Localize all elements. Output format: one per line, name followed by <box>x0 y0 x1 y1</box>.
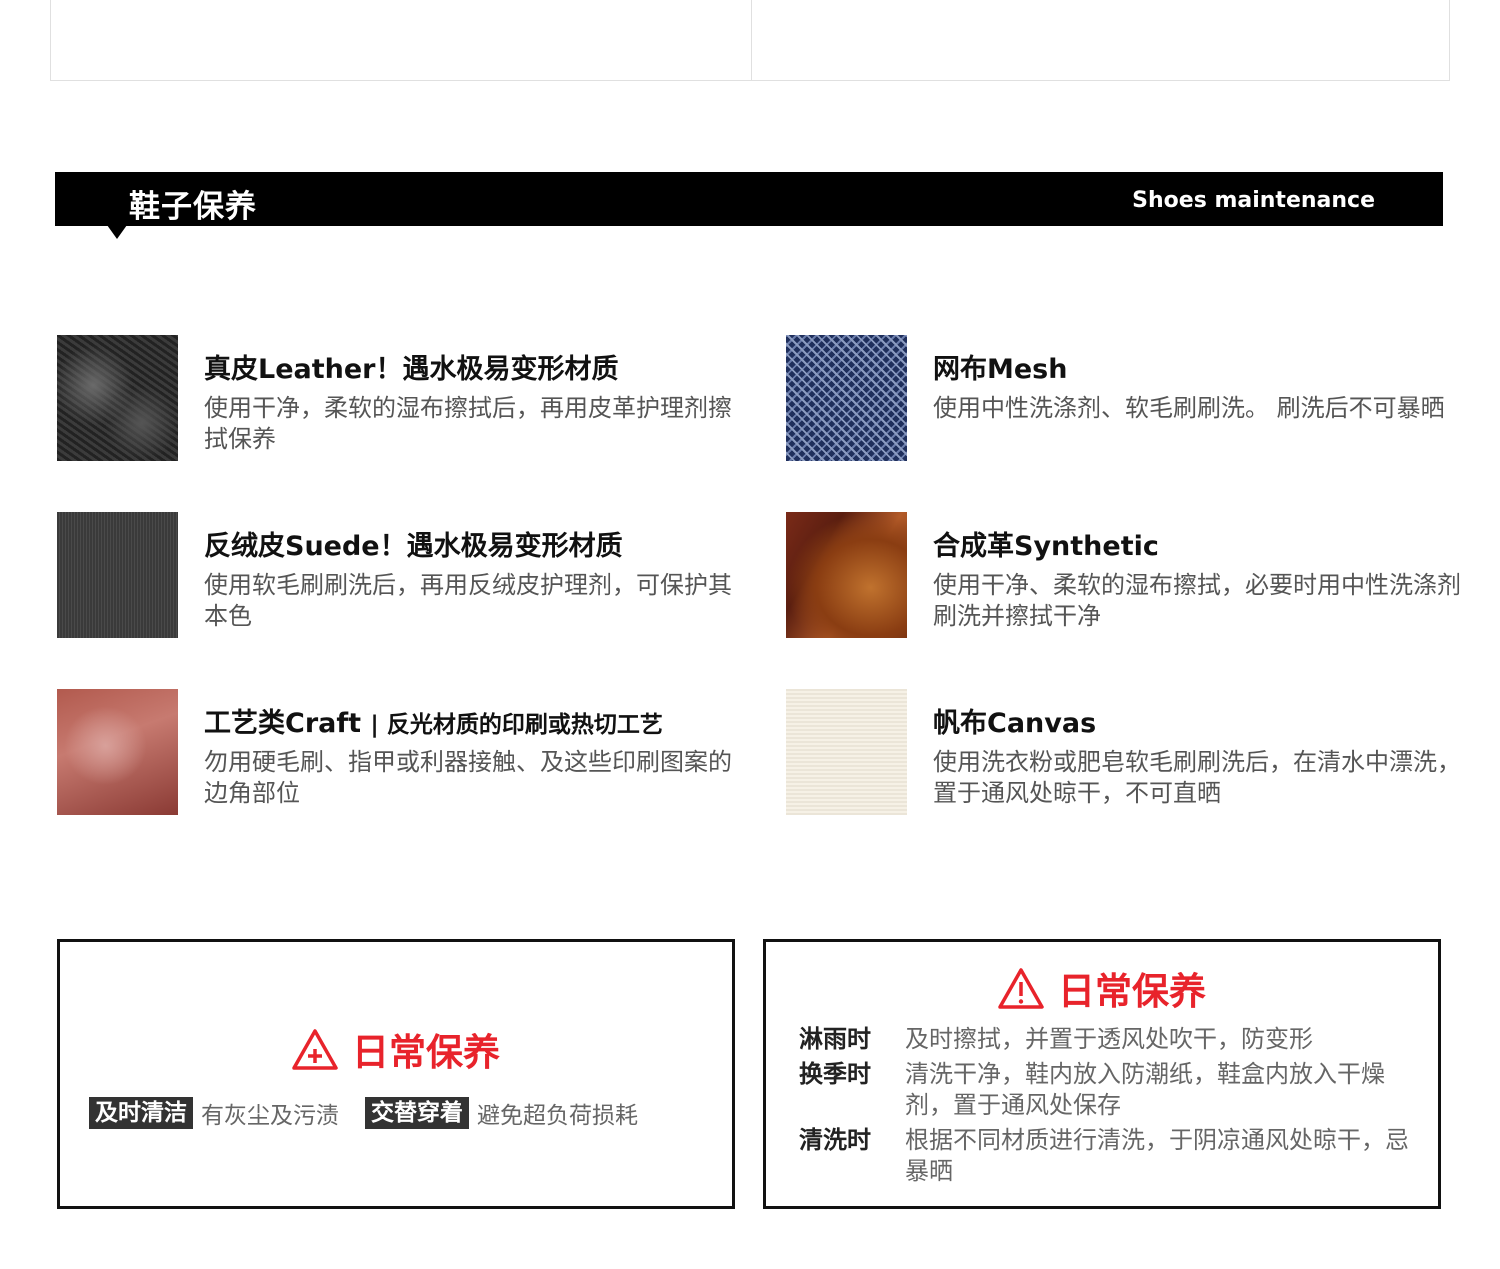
warning-plus-icon <box>292 1029 338 1070</box>
care-tags: 及时清洁 有灰尘及污渍 交替穿着 避免超负荷损耗 <box>89 1096 638 1130</box>
top-empty-panel <box>50 0 1450 81</box>
material-desc: 勿用硬毛刷、指甲或利器接触、及这些印刷图案的边角部位 <box>204 748 732 807</box>
suede-swatch-icon <box>57 512 178 638</box>
material-title: 帆布Canvas <box>933 708 1097 739</box>
tag-text: 有灰尘及污渍 <box>201 1103 339 1129</box>
craft-swatch-icon <box>57 689 178 815</box>
daily-care-title: 日常保养 <box>292 1022 500 1076</box>
material-title: 网布Mesh <box>933 354 1068 385</box>
tip-label: 换季时 <box>799 1060 871 1088</box>
tip-label: 清洗时 <box>799 1126 871 1154</box>
panel-divider <box>751 0 752 80</box>
material-desc: 使用软毛刷刷洗后，再用反绒皮护理剂，可保护其本色 <box>204 571 732 630</box>
care-tip: 清洗时 根据不同材质进行清洗，于阴凉通风处晾干，忌暴晒 <box>799 1125 1419 1187</box>
material-desc: 使用干净，柔软的湿布擦拭后，再用皮革护理剂擦拭保养 <box>204 394 732 453</box>
material-title: 工艺类Craft | 反光材质的印刷或热切工艺 <box>204 708 663 739</box>
canvas-swatch-icon <box>786 689 907 815</box>
synthetic-swatch-icon <box>786 512 907 638</box>
tip-text: 及时擦拭，并置于透风处吹干，防变形 <box>905 1025 1313 1053</box>
daily-care-title: 日常保养 <box>998 961 1206 1015</box>
care-tip: 淋雨时 及时擦拭，并置于透风处吹干，防变形 <box>799 1024 1419 1055</box>
tip-label: 淋雨时 <box>799 1025 871 1053</box>
tag-text: 避免超负荷损耗 <box>477 1103 638 1129</box>
material-item-leather: 真皮Leather！遇水极易变形材质 使用干净，柔软的湿布擦拭后，再用皮革护理剂… <box>57 335 757 461</box>
material-desc: 使用中性洗涤剂、软毛刷刷洗。 刷洗后不可暴晒 <box>933 394 1445 422</box>
material-item-suede: 反绒皮Suede！遇水极易变形材质 使用软毛刷刷洗后，再用反绒皮护理剂，可保护其… <box>57 512 757 638</box>
header-pointer-icon <box>107 225 127 239</box>
warning-icon <box>998 968 1044 1009</box>
material-title: 真皮Leather！遇水极易变形材质 <box>204 354 619 385</box>
material-item-canvas: 帆布Canvas 使用洗衣粉或肥皂软毛刷刷洗后，在清水中漂洗，置于通风处晾干，不… <box>786 689 1486 815</box>
section-title-en: Shoes maintenance <box>1132 188 1375 213</box>
section-header: 鞋子保养 Shoes maintenance <box>55 172 1443 226</box>
tip-text: 清洗干净，鞋内放入防潮纸，鞋盒内放入干燥剂，置于通风处保存 <box>905 1060 1385 1119</box>
section-title-cn: 鞋子保养 <box>129 189 257 225</box>
tip-text: 根据不同材质进行清洗，于阴凉通风处晾干，忌暴晒 <box>905 1126 1409 1185</box>
material-desc: 使用干净、柔软的湿布擦拭，必要时用中性洗涤剂刷洗并擦拭干净 <box>933 571 1461 630</box>
material-item-craft: 工艺类Craft | 反光材质的印刷或热切工艺 勿用硬毛刷、指甲或利器接触、及这… <box>57 689 757 815</box>
material-item-synthetic: 合成革Synthetic 使用干净、柔软的湿布擦拭，必要时用中性洗涤剂刷洗并擦拭… <box>786 512 1486 638</box>
material-desc: 使用洗衣粉或肥皂软毛刷刷洗后，在清水中漂洗，置于通风处晾干，不可直晒 <box>933 748 1461 807</box>
care-tips-list: 淋雨时 及时擦拭，并置于透风处吹干，防变形 换季时 清洗干净，鞋内放入防潮纸，鞋… <box>799 1024 1419 1191</box>
tag-label: 及时清洁 <box>89 1097 193 1129</box>
mesh-swatch-icon <box>786 335 907 461</box>
material-item-mesh: 网布Mesh 使用中性洗涤剂、软毛刷刷洗。 刷洗后不可暴晒 <box>786 335 1486 461</box>
care-tip: 换季时 清洗干净，鞋内放入防潮纸，鞋盒内放入干燥剂，置于通风处保存 <box>799 1059 1419 1121</box>
daily-care-box-left: 日常保养 及时清洁 有灰尘及污渍 交替穿着 避免超负荷损耗 <box>57 939 735 1209</box>
daily-care-box-right: 日常保养 淋雨时 及时擦拭，并置于透风处吹干，防变形 换季时 清洗干净，鞋内放入… <box>763 939 1441 1209</box>
material-title: 合成革Synthetic <box>933 531 1159 562</box>
material-title: 反绒皮Suede！遇水极易变形材质 <box>204 531 623 562</box>
material-subtitle: | 反光材质的印刷或热切工艺 <box>370 712 663 738</box>
tag-label: 交替穿着 <box>365 1097 469 1129</box>
leather-swatch-icon <box>57 335 178 461</box>
